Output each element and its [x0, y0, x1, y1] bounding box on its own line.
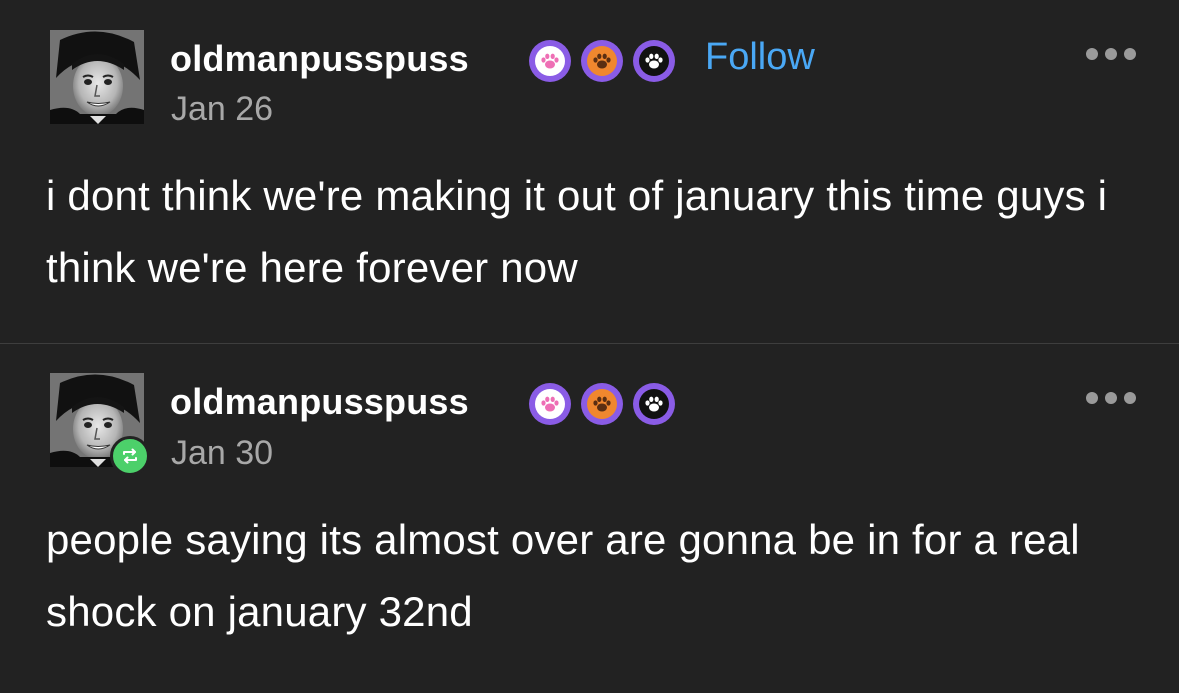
- follow-button[interactable]: Follow: [705, 38, 815, 76]
- dot: [1124, 48, 1136, 60]
- black-paw-badge-icon[interactable]: [632, 39, 676, 83]
- pink-paw-badge-icon[interactable]: [528, 382, 572, 426]
- post: oldmanpusspuss Follow Jan 26 i dont thin…: [0, 0, 1179, 343]
- more-options-icon[interactable]: [1086, 392, 1136, 404]
- badge-row: [528, 39, 676, 83]
- orange-paw-badge-icon[interactable]: [580, 382, 624, 426]
- dot: [1086, 392, 1098, 404]
- avatar[interactable]: [50, 30, 144, 124]
- post-body: i dont think we're making it out of janu…: [46, 172, 1108, 291]
- dot: [1124, 392, 1136, 404]
- reblog-icon: [110, 436, 150, 476]
- orange-paw-badge-icon[interactable]: [580, 39, 624, 83]
- black-paw-badge-icon[interactable]: [632, 382, 676, 426]
- username[interactable]: oldmanpusspuss: [170, 41, 469, 77]
- post: oldmanpusspuss Jan 30 people saying its …: [0, 344, 1179, 693]
- dot: [1086, 48, 1098, 60]
- dot: [1105, 48, 1117, 60]
- more-options-icon[interactable]: [1086, 48, 1136, 60]
- post-date[interactable]: Jan 30: [171, 436, 273, 470]
- post-body: people saying its almost over are gonna …: [46, 516, 1080, 635]
- username[interactable]: oldmanpusspuss: [170, 384, 469, 420]
- dot: [1105, 392, 1117, 404]
- pink-paw-badge-icon[interactable]: [528, 39, 572, 83]
- badge-row: [528, 382, 676, 426]
- post-date[interactable]: Jan 26: [171, 92, 273, 126]
